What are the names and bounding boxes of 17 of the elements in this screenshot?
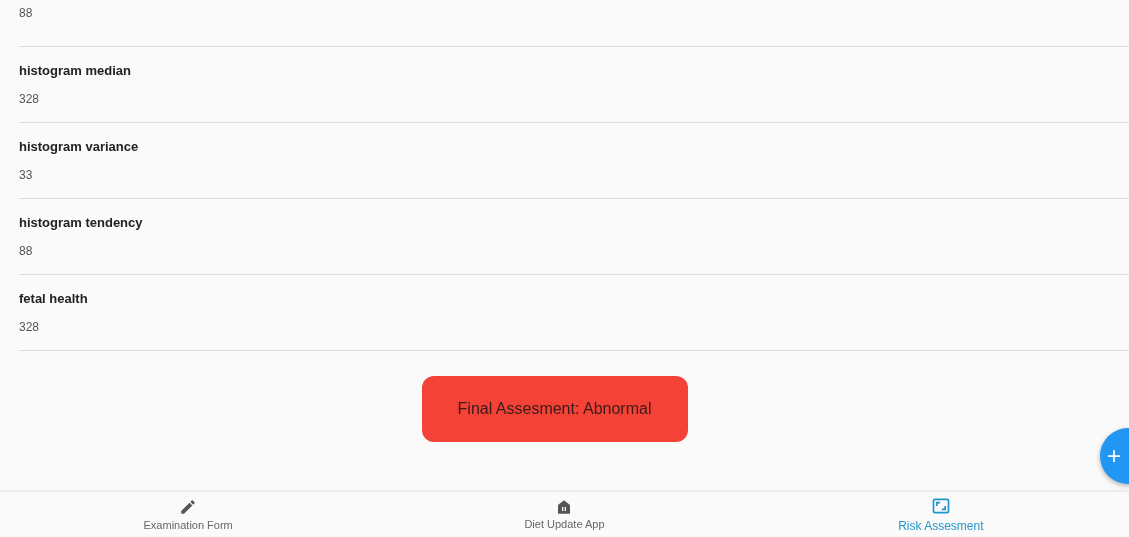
nav-tab[interactable]: Examination Form	[0, 492, 377, 537]
add-button[interactable]: +	[1100, 428, 1129, 484]
field-label: histogram variance	[19, 139, 140, 154]
field-value: 88	[19, 6, 34, 20]
field-label: histogram tendency	[19, 215, 144, 230]
field-value: 328	[19, 320, 41, 334]
field-label: fetal health	[19, 291, 89, 306]
field-value: 88	[19, 244, 34, 258]
frame-icon	[930, 496, 951, 516]
nav-tab[interactable]: Risk Assesment	[752, 492, 1129, 537]
field-value: 328	[19, 92, 41, 106]
pencil-icon	[179, 498, 198, 516]
field-value: 33	[19, 168, 34, 182]
house-icon	[556, 499, 573, 515]
assessment-banner: Final Assesment: Abnormal	[421, 376, 688, 442]
field-label: histogram median	[19, 63, 132, 78]
nav-tab[interactable]: Diet Update App	[376, 492, 753, 537]
